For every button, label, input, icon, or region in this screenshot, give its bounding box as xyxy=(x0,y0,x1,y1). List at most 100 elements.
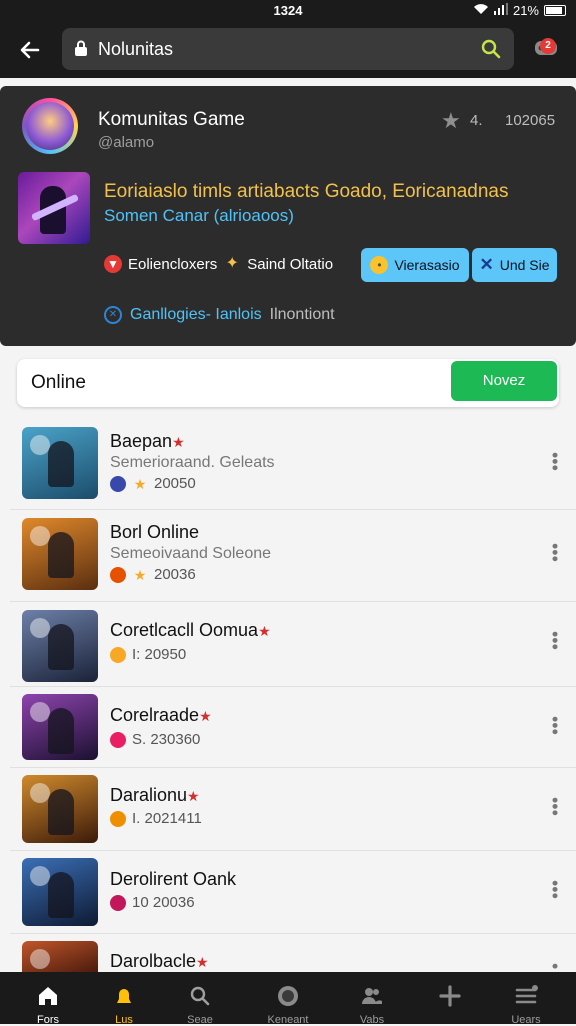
game-meta: ★ 20036 xyxy=(110,566,196,583)
search-icon[interactable] xyxy=(480,38,502,60)
back-button[interactable] xyxy=(14,34,46,66)
community-name: Komunitas Game xyxy=(98,109,245,130)
more-options-icon[interactable]: ••• xyxy=(545,452,565,471)
notification-badge: 2 xyxy=(540,38,556,54)
game-meta: I. 2021411 xyxy=(110,810,202,827)
list-item[interactable]: Corelraade★ S. 230360 ••• xyxy=(10,688,576,768)
featured-subtitle: Somen Canar (alrioaoos) xyxy=(104,206,294,225)
nav-friends[interactable]: Vabs xyxy=(336,972,408,1026)
star-badge-icon: ★ xyxy=(196,954,209,970)
nav-label: Lus xyxy=(115,1014,133,1026)
list-item[interactable]: Coretlcacll Oomua★ I: 20950 ••• xyxy=(10,603,576,687)
game-meta: 10 20036 xyxy=(110,894,195,911)
battery-percent: 21% xyxy=(512,3,539,18)
status-icons: 21% xyxy=(473,3,566,18)
chip-1-label: Eoliencloxers xyxy=(128,255,218,273)
game-meta: S. 230360 xyxy=(110,731,200,748)
star-badge-icon: ★ xyxy=(199,708,212,724)
search-query[interactable]: Nolunitas xyxy=(98,39,173,60)
top-bar: Nolunitas 2 xyxy=(0,22,576,78)
nav-label: Vabs xyxy=(359,1014,385,1026)
featured-title: Eoriaiaslo timls artiabacts Goado, Eoric… xyxy=(104,181,509,202)
info-row[interactable]: ✕ Ganllogies- Ianlois Ilnontiont xyxy=(104,306,335,324)
game-title: Borl Online xyxy=(110,522,200,542)
home-icon xyxy=(39,987,57,1005)
game-meta: ★ 20050 xyxy=(110,475,196,492)
status-icon xyxy=(110,894,126,911)
nav-label: Seae xyxy=(187,1014,213,1026)
nav-search[interactable]: Seae xyxy=(164,972,236,1026)
info-text-1: Ganllogies- Ianlois xyxy=(130,306,262,323)
game-meta: I: 20950 xyxy=(110,646,186,663)
nav-home[interactable]: Fors xyxy=(12,972,84,1026)
people-icon xyxy=(362,988,382,1004)
nav-add[interactable] xyxy=(414,972,486,1024)
game-meta-text: 10 20036 xyxy=(132,894,195,911)
more-options-icon[interactable]: ••• xyxy=(545,631,565,650)
status-icon xyxy=(110,731,126,748)
info-icon: ✕ xyxy=(104,306,122,324)
star-badge-icon: ★ xyxy=(172,434,185,450)
game-subtitle: Semerioraand. Geleats xyxy=(110,454,275,471)
game-title: Baepan★ xyxy=(110,431,185,451)
search-icon xyxy=(190,986,210,1006)
pill-button-1[interactable]: • Vierasasio xyxy=(361,248,469,282)
featured-game-image[interactable] xyxy=(18,172,90,244)
star-badge-icon: ★ xyxy=(258,623,271,639)
community-rating: 4. xyxy=(470,112,483,129)
battery-icon xyxy=(544,5,566,16)
game-thumbnail[interactable] xyxy=(22,427,98,499)
status-icon xyxy=(110,810,126,827)
game-meta-text: 20050 xyxy=(154,475,196,492)
star-icon: ★ xyxy=(133,566,147,583)
join-button[interactable]: Novez xyxy=(451,361,557,401)
status-icon xyxy=(110,566,126,583)
list-item[interactable]: Borl Online Semeoivaand Soleone ★ 20036 … xyxy=(10,511,576,602)
game-thumbnail[interactable] xyxy=(22,775,98,843)
list-item[interactable]: Daralionu★ I. 2021411 ••• xyxy=(10,769,576,851)
more-options-icon[interactable]: ••• xyxy=(545,880,565,899)
nav-label: Fors xyxy=(37,1014,59,1026)
gamepad-button[interactable]: 2 xyxy=(532,32,562,62)
trophy-icon: ✦ xyxy=(225,255,239,272)
pill-button-2[interactable]: ✕ Und Sie xyxy=(472,248,557,282)
game-title: Coretlcacll Oomua★ xyxy=(110,620,271,640)
chat-icon xyxy=(278,986,298,1006)
plus-icon xyxy=(439,985,461,1007)
wifi-icon xyxy=(473,3,489,18)
game-title: Derolirent Oank xyxy=(110,869,237,889)
pill-2-label: Und Sie xyxy=(499,257,550,273)
more-options-icon[interactable]: • xyxy=(545,963,565,969)
star-icon[interactable]: ★ xyxy=(441,108,461,134)
game-thumbnail[interactable] xyxy=(22,858,98,926)
more-options-icon[interactable]: ••• xyxy=(545,716,565,735)
online-section-header: Online Novez xyxy=(17,359,559,407)
pill-1-label: Vierasasio xyxy=(394,257,460,273)
list-item[interactable]: Darolbacle★ • xyxy=(10,935,576,981)
game-thumbnail[interactable] xyxy=(22,518,98,590)
search-bar[interactable]: Nolunitas xyxy=(62,28,514,70)
game-subtitle: Semeoivaand Soleone xyxy=(110,545,272,562)
game-thumbnail[interactable] xyxy=(22,610,98,682)
bottom-navigation: Fors Lus Seae Keneant Vabs Uears xyxy=(0,972,576,1026)
more-options-icon[interactable]: ••• xyxy=(545,543,565,562)
lock-icon xyxy=(75,40,87,56)
nav-bell[interactable]: Lus xyxy=(88,972,160,1026)
game-meta-text: S. 230360 xyxy=(132,731,201,748)
x-icon: ✕ xyxy=(479,255,494,274)
shield-icon: ▼ xyxy=(104,255,122,273)
nav-chat[interactable]: Keneant xyxy=(252,972,324,1026)
status-bar: 1324 21% xyxy=(0,0,576,22)
arrow-left-icon xyxy=(20,41,40,59)
status-icon xyxy=(110,475,126,492)
game-title: Daralionu★ xyxy=(110,785,200,805)
online-title: Online xyxy=(31,372,86,393)
list-item[interactable]: Baepan★ Semerioraand. Geleats ★ 20050 ••… xyxy=(10,420,576,510)
list-item[interactable]: Derolirent Oank 10 20036 ••• xyxy=(10,852,576,934)
emoji-icon: • xyxy=(370,256,389,274)
more-options-icon[interactable]: ••• xyxy=(545,797,565,816)
game-thumbnail[interactable] xyxy=(22,694,98,760)
community-avatar[interactable] xyxy=(22,98,78,154)
community-chips: ▼ Eoliencloxers ✦ Saind Oltatio xyxy=(104,255,333,273)
nav-menu[interactable]: Uears xyxy=(490,972,562,1026)
